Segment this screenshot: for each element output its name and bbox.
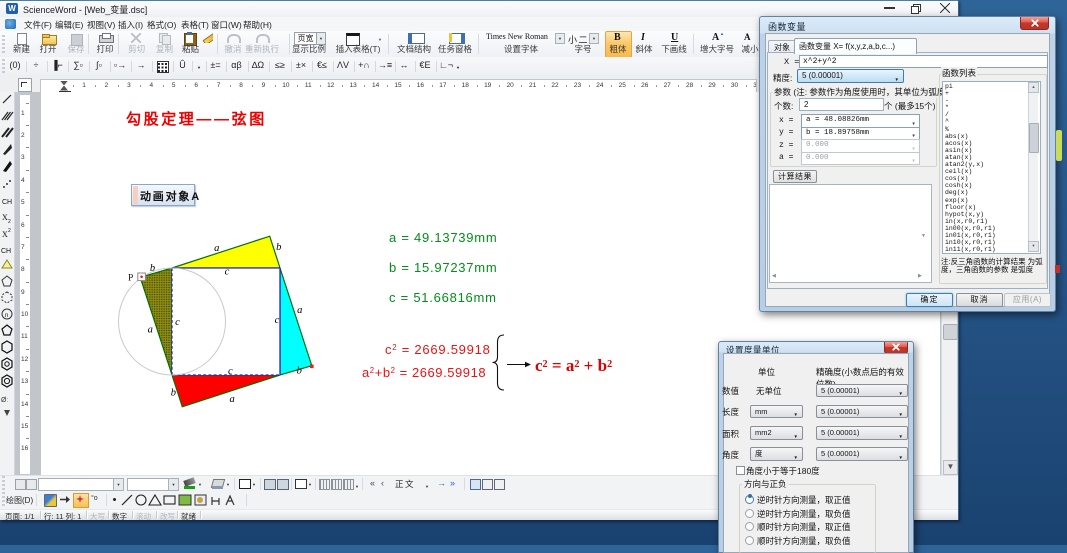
svg-text:b: b (150, 263, 155, 274)
svg-text:a: a (214, 243, 219, 254)
svg-text:c: c (275, 315, 280, 326)
svg-text:a: a (297, 305, 302, 316)
svg-text:P: P (128, 274, 133, 284)
svg-text:b: b (171, 388, 176, 399)
svg-text:a: a (148, 325, 153, 336)
svg-text:c: c (225, 267, 230, 278)
svg-text:b: b (297, 366, 302, 377)
svg-text:c: c (175, 317, 180, 328)
svg-text:a: a (229, 394, 234, 405)
svg-text:b: b (276, 242, 281, 253)
svg-text:c: c (228, 366, 233, 377)
